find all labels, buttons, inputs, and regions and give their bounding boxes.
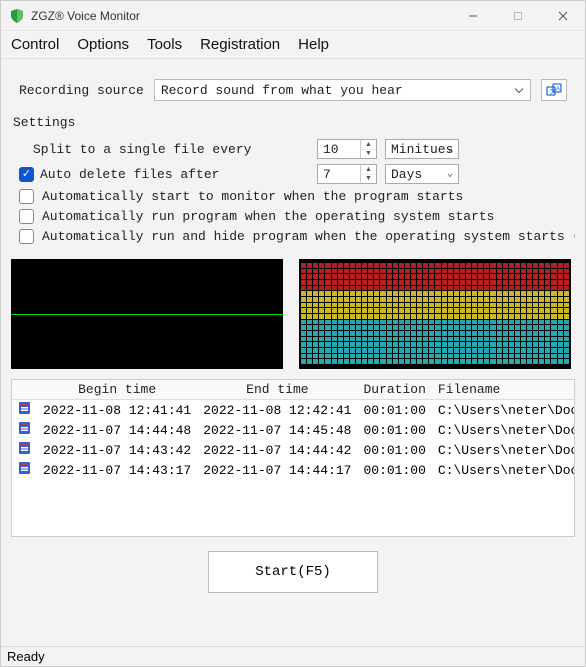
audio-file-icon [18, 461, 31, 475]
menu-control[interactable]: Control [11, 36, 59, 53]
spinner-up-icon[interactable]: ▲ [361, 140, 376, 150]
split-value: 10 [318, 140, 360, 158]
autodelete-label: Auto delete files after [40, 167, 219, 182]
titlebar: ZGZ® Voice Monitor [1, 1, 585, 31]
autodelete-checkbox[interactable] [19, 167, 34, 182]
minimize-button[interactable] [450, 1, 495, 31]
table-row[interactable]: 2022-11-08 12:41:412022-11-08 12:42:4100… [12, 400, 575, 421]
menu-registration[interactable]: Registration [200, 36, 280, 53]
col-end-header[interactable]: End time [197, 380, 357, 400]
autorun-hide-checkbox[interactable] [19, 229, 34, 244]
chevron-down-icon: ⌄ [447, 168, 453, 180]
menubar: Control Options Tools Registration Help [1, 31, 585, 59]
table-row[interactable]: 2022-11-07 14:43:422022-11-07 14:44:4200… [12, 440, 575, 460]
split-value-spinner[interactable]: 10 ▲▼ [317, 139, 377, 159]
audio-file-icon [18, 401, 31, 415]
cell-end: 2022-11-07 14:45:48 [197, 420, 357, 440]
status-text: Ready [7, 649, 45, 664]
autodelete-value-spinner[interactable]: 7 ▲▼ [317, 164, 377, 184]
autorun-checkbox[interactable] [19, 209, 34, 224]
cell-duration: 00:01:00 [357, 460, 431, 480]
cell-begin: 2022-11-07 14:43:42 [37, 440, 197, 460]
table-row[interactable]: 2022-11-07 14:43:172022-11-07 14:44:1700… [12, 460, 575, 480]
cell-duration: 00:01:00 [357, 420, 431, 440]
split-label: Split to a single file every [19, 142, 309, 157]
shield-icon [9, 8, 25, 24]
col-begin-header[interactable]: Begin time [37, 380, 197, 400]
recording-source-label: Recording source [19, 83, 144, 98]
recordings-table[interactable]: Begin time End time Duration Filename 20… [11, 379, 575, 537]
col-duration-header[interactable]: Duration [357, 380, 431, 400]
statusbar: Ready [1, 646, 585, 666]
split-unit-value: Minitues [391, 142, 453, 157]
spinner-down-icon[interactable]: ▼ [361, 175, 376, 184]
spinner-down-icon[interactable]: ▼ [361, 150, 376, 159]
settings-heading: Settings [13, 115, 575, 130]
table-row[interactable]: 2022-11-07 14:44:482022-11-07 14:45:4800… [12, 420, 575, 440]
start-button[interactable]: Start(F5) [208, 551, 378, 593]
spinner-up-icon[interactable]: ▲ [361, 165, 376, 175]
autorun-hide-label: Automatically run and hide program when … [42, 229, 575, 244]
cell-duration: 00:01:00 [357, 440, 431, 460]
col-filename-header[interactable]: Filename [432, 380, 575, 400]
waveform-panel [11, 259, 283, 369]
split-unit-combo[interactable]: Minitues ⌄ [385, 139, 459, 159]
cell-filename: C:\Users\neter\Documents\JFY ... [432, 400, 575, 421]
autodelete-unit-value: Days [391, 167, 422, 182]
cell-duration: 00:01:00 [357, 400, 431, 421]
cell-begin: 2022-11-08 12:41:41 [37, 400, 197, 421]
chevron-down-icon [514, 83, 524, 98]
audio-file-icon [18, 441, 31, 455]
recording-source-combo[interactable]: Record sound from what you hear [154, 79, 531, 101]
cell-begin: 2022-11-07 14:43:17 [37, 460, 197, 480]
close-button[interactable] [540, 1, 585, 31]
audio-file-icon [18, 421, 31, 435]
autorun-label: Automatically run program when the opera… [42, 209, 575, 224]
cell-end: 2022-11-08 12:42:41 [197, 400, 357, 421]
translate-button[interactable]: 文A [541, 79, 567, 101]
menu-options[interactable]: Options [77, 36, 129, 53]
cell-end: 2022-11-07 14:44:17 [197, 460, 357, 480]
menu-tools[interactable]: Tools [147, 36, 182, 53]
spectrum-panel [299, 259, 571, 369]
cell-end: 2022-11-07 14:44:42 [197, 440, 357, 460]
maximize-button[interactable] [495, 1, 540, 31]
waveform-line [11, 314, 283, 315]
autostart-monitor-label: Automatically start to monitor when the … [42, 189, 575, 204]
menu-help[interactable]: Help [298, 36, 329, 53]
cell-begin: 2022-11-07 14:44:48 [37, 420, 197, 440]
cell-filename: C:\Users\neter\Documents\JFY ... [432, 420, 575, 440]
recording-source-value: Record sound from what you hear [161, 83, 403, 98]
cell-filename: C:\Users\neter\Documents\JFY ... [432, 460, 575, 480]
svg-text:A: A [556, 87, 560, 93]
autodelete-value: 7 [318, 165, 360, 183]
cell-filename: C:\Users\neter\Documents\JFY ... [432, 440, 575, 460]
chevron-down-icon: ⌄ [447, 143, 453, 155]
start-button-label: Start(F5) [255, 564, 331, 580]
autostart-monitor-checkbox[interactable] [19, 189, 34, 204]
autodelete-unit-combo[interactable]: Days ⌄ [385, 164, 459, 184]
window-title: ZGZ® Voice Monitor [31, 9, 450, 23]
